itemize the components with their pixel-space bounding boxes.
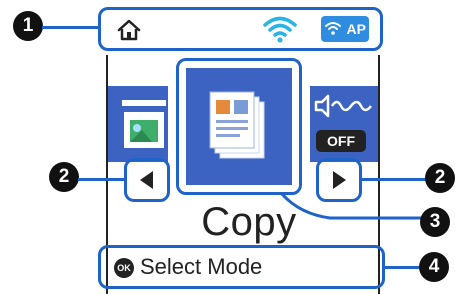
callout-2-right-leader — [362, 178, 428, 181]
callout-3: 3 — [420, 207, 450, 237]
ap-wifi-icon — [324, 19, 342, 37]
wifi-icon — [262, 14, 298, 44]
quiet-mode-state-badge: OFF — [316, 130, 366, 152]
arrow-left-icon[interactable] — [135, 168, 159, 192]
callout-1: 1 — [13, 11, 43, 41]
mode-tile-quiet-mode[interactable]: OFF — [310, 86, 378, 162]
quiet-mode-icon — [314, 94, 372, 118]
home-icon[interactable] — [116, 17, 142, 43]
mode-label: Copy — [201, 200, 297, 244]
callout-2-left: 2 — [49, 162, 79, 192]
callout-4-leader — [384, 266, 422, 269]
callout-2-right: 2 — [425, 163, 455, 193]
photo-print-icon — [122, 100, 166, 148]
copy-icon — [209, 91, 265, 159]
callout-1-leader — [42, 26, 100, 29]
ap-badge: AP — [321, 16, 369, 42]
callout-3-leader — [280, 192, 422, 220]
mode-tile-copy[interactable] — [186, 68, 292, 185]
mode-tile-photo-print[interactable] — [108, 86, 168, 162]
ap-badge-label: AP — [346, 21, 366, 37]
ok-button-icon[interactable]: OK — [114, 258, 134, 278]
arrow-right-icon[interactable] — [327, 168, 351, 192]
footer-instruction: Select Mode — [140, 254, 263, 279]
callout-4: 4 — [419, 252, 449, 282]
callout-2-left-leader — [78, 178, 124, 181]
